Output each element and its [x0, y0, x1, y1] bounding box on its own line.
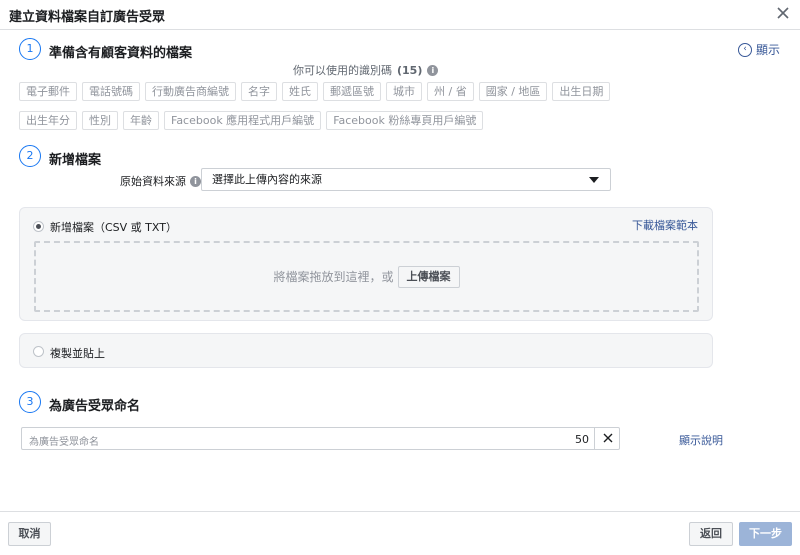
add-file-panel: 新增檔案（CSV 或 TXT） 下載檔案範本 將檔案拖放到這裡，或 上傳檔案: [19, 207, 713, 321]
identifier-chip: 電話號碼: [82, 82, 140, 101]
caret-down-icon: [589, 177, 599, 183]
back-button[interactable]: 返回: [689, 522, 733, 546]
close-icon[interactable]: [774, 4, 792, 22]
dialog-title: 建立資料檔案自訂廣告受眾: [9, 10, 166, 25]
next-button[interactable]: 下一步: [739, 522, 792, 546]
add-file-radio[interactable]: [33, 221, 44, 232]
char-count: 50: [575, 433, 589, 446]
identifier-chip: 電子郵件: [19, 82, 77, 101]
show-link[interactable]: ‹ 顯示: [738, 41, 780, 58]
step-3-badge: 3: [19, 391, 41, 413]
dialog-footer: 取消 返回 下一步: [0, 511, 800, 555]
info-icon[interactable]: i: [427, 64, 439, 76]
identifier-chip: 名字: [241, 82, 277, 101]
identifier-chip: 城市: [386, 82, 422, 101]
identifiers-caption: 你可以使用的識別碼 (15) i: [293, 62, 439, 78]
clear-icon[interactable]: [601, 431, 615, 445]
identifier-chip: 行動廣告商編號: [145, 82, 236, 101]
paste-radio[interactable]: [33, 346, 44, 357]
step-2-title: 新增檔案: [49, 153, 102, 168]
identifier-chip: 姓氏: [282, 82, 318, 101]
source-select[interactable]: 選擇此上傳內容的來源: [201, 168, 611, 191]
add-file-option-label[interactable]: 新增檔案（CSV 或 TXT）: [50, 219, 177, 235]
step-3-title: 為廣告受眾命名: [49, 399, 141, 414]
source-label-text: 原始資料來源: [120, 175, 186, 188]
file-dropzone[interactable]: 將檔案拖放到這裡，或 上傳檔案: [34, 241, 699, 312]
dropzone-text: 將檔案拖放到這裡，或: [273, 270, 394, 284]
paste-panel: 複製並貼上: [19, 333, 713, 368]
identifier-chip: Facebook 粉絲專頁用戶編號: [326, 111, 484, 130]
identifier-chip: 州 / 省: [427, 82, 474, 101]
input-divider: [594, 428, 595, 449]
upload-file-button[interactable]: 上傳檔案: [397, 265, 460, 288]
audience-name-input[interactable]: 為廣告受眾命名 50: [21, 427, 620, 450]
info-icon[interactable]: i: [190, 175, 201, 187]
step-1-badge: 1: [19, 38, 41, 60]
identifiers-count: (15): [397, 63, 423, 77]
identifier-chip: 郵遞區號: [323, 82, 381, 101]
identifier-chip: Facebook 應用程式用戶編號: [164, 111, 322, 130]
source-select-value: 選擇此上傳內容的來源: [212, 173, 322, 186]
identifier-chip: 性別: [82, 111, 118, 130]
show-link-label: 顯示: [756, 43, 781, 57]
show-help-link[interactable]: 顯示說明: [679, 432, 723, 448]
identifiers-caption-text: 你可以使用的識別碼: [293, 64, 392, 77]
step-2-badge: 2: [19, 145, 41, 167]
cancel-button[interactable]: 取消: [8, 522, 51, 546]
identifier-chip: 年齡: [123, 111, 159, 130]
dialog-header: 建立資料檔案自訂廣告受眾: [0, 0, 800, 30]
identifier-chips: 電子郵件 電話號碼 行動廣告商編號 名字 姓氏 郵遞區號 城市州 / 省國家 / 地區 出生日…: [19, 82, 699, 130]
step-1-title: 準備含有顧客資料的檔案: [49, 46, 193, 61]
audience-name-placeholder: 為廣告受眾命名: [29, 437, 99, 448]
identifier-chip: 國家 / 地區: [478, 82, 548, 101]
identifier-chip: 出生年分: [19, 111, 77, 130]
chevron-left-icon: ‹: [738, 42, 752, 57]
source-label: 原始資料來源 i: [120, 173, 201, 189]
identifier-chip: 出生日期: [552, 82, 611, 101]
paste-option-label[interactable]: 複製並貼上: [50, 345, 105, 361]
download-template-link[interactable]: 下載檔案範本: [632, 217, 698, 233]
